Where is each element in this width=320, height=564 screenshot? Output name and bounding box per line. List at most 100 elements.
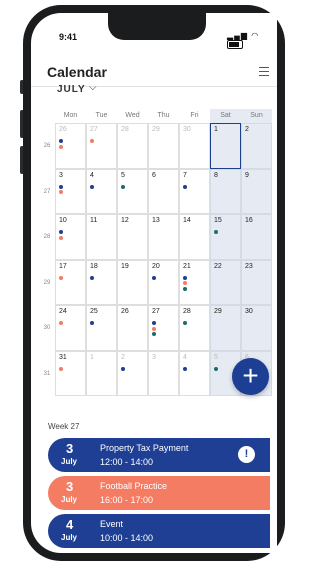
event-dots: [183, 275, 191, 293]
weekday-header: Fri: [190, 112, 199, 119]
day-number: 30: [245, 308, 253, 315]
day-number: 15: [214, 217, 222, 224]
calendar-day[interactable]: 1: [210, 123, 241, 169]
app-header: Calendar: [47, 55, 269, 85]
calendar-day[interactable]: 20: [148, 259, 179, 305]
calendar-day[interactable]: 12: [117, 214, 148, 260]
calendar-day[interactable]: 29: [210, 305, 241, 351]
event-dot-blue: [59, 230, 63, 234]
calendar-day[interactable]: 28: [179, 305, 210, 351]
day-number: 29: [152, 126, 160, 133]
event-card[interactable]: 3 July Property Tax Payment 12:00 - 14:00!: [48, 438, 270, 472]
day-number: 26: [121, 308, 129, 315]
calendar-day[interactable]: 1: [86, 350, 117, 396]
event-dots: [121, 184, 129, 191]
notch: [108, 13, 206, 40]
add-event-button[interactable]: +: [232, 358, 269, 395]
calendar-day[interactable]: 25: [86, 305, 117, 351]
calendar-day[interactable]: 27: [148, 305, 179, 351]
calendar-day[interactable]: 9: [241, 168, 272, 214]
calendar-day[interactable]: 5: [117, 168, 148, 214]
day-number: 31: [59, 353, 67, 361]
day-number: 28: [121, 126, 129, 133]
event-day: 4: [66, 517, 74, 532]
event-dot-blue: [152, 321, 156, 325]
event-dot-blue: [59, 139, 63, 143]
event-dot-blue: [152, 275, 156, 280]
month-selector[interactable]: JULY: [57, 84, 86, 95]
calendar-day[interactable]: 18: [86, 259, 117, 305]
calendar-grid: Mon Tue Wed Thu Fri Sat Sun 26 26 27 28 29 30 1 2 27 3 4 5…: [44, 109, 272, 399]
day-number: 21: [183, 262, 191, 270]
event-dot-teal: [214, 366, 218, 371]
event-dot-teal: [183, 286, 187, 291]
event-dots: [59, 230, 67, 241]
calendar-day[interactable]: 6: [148, 168, 179, 214]
event-card[interactable]: 4 July Event 10:00 - 14:00: [48, 514, 270, 548]
calendar-day[interactable]: 24: [55, 305, 86, 351]
event-dots: [183, 366, 191, 373]
chevron-down-icon[interactable]: ⌵: [89, 82, 97, 93]
calendar-day[interactable]: 7: [179, 168, 210, 214]
event-title: Football Practice: [100, 481, 168, 491]
calendar-day[interactable]: 22: [210, 259, 241, 305]
week-number: 31: [43, 370, 51, 377]
day-number: 28: [183, 308, 191, 315]
event-dots: [90, 184, 98, 191]
event-dots: [152, 321, 160, 338]
calendar-day[interactable]: 3: [148, 350, 179, 396]
event-month: July: [61, 533, 78, 542]
calendar-day[interactable]: 2: [117, 350, 148, 396]
event-dots: [183, 184, 191, 191]
event-card[interactable]: 3 July Football Practice 16:00 - 17:00: [48, 476, 270, 510]
event-dot-blue: [90, 275, 94, 280]
weekday-header: Tue: [95, 112, 108, 119]
calendar-day[interactable]: 13: [148, 214, 179, 260]
event-dot-blue: [183, 184, 187, 189]
alert-icon[interactable]: !: [238, 446, 255, 463]
calendar-day[interactable]: 3: [55, 168, 86, 214]
calendar-day[interactable]: 11: [86, 214, 117, 260]
calendar-day[interactable]: 29: [148, 123, 179, 169]
calendar-day[interactable]: 30: [241, 305, 272, 351]
event-dot-teal: [214, 230, 218, 234]
event-dot-blue: [59, 184, 63, 189]
event-dot-teal: [121, 184, 125, 189]
day-number: 10: [59, 217, 67, 224]
calendar-day[interactable]: 30: [179, 123, 210, 169]
status-icons: ▂▄▆ ◠: [227, 31, 277, 50]
day-number: 6: [152, 171, 156, 179]
calendar-day[interactable]: 19: [117, 259, 148, 305]
weekday-header: Thu: [157, 112, 170, 119]
calendar-day[interactable]: 26: [117, 305, 148, 351]
calendar-day[interactable]: 31: [55, 350, 86, 396]
day-number: 5: [214, 353, 218, 361]
calendar-day[interactable]: 17: [55, 259, 86, 305]
day-number: 4: [90, 171, 94, 179]
calendar-day[interactable]: 4: [179, 350, 210, 396]
hamburger-menu-icon[interactable]: [259, 67, 269, 79]
calendar-day[interactable]: 15: [210, 214, 241, 260]
event-dot-orange: [59, 321, 63, 325]
day-number: 25: [90, 308, 98, 315]
calendar-day[interactable]: 16: [241, 214, 272, 260]
calendar-day[interactable]: 8: [210, 168, 241, 214]
calendar-day[interactable]: 23: [241, 259, 272, 305]
calendar-day[interactable]: 26: [55, 123, 86, 169]
calendar-day[interactable]: 28: [117, 123, 148, 169]
event-dots: [183, 321, 191, 327]
week-number: 28: [43, 234, 51, 240]
calendar-day[interactable]: 27: [86, 123, 117, 169]
day-number: 1: [214, 126, 218, 133]
event-dot-blue: [90, 184, 94, 189]
calendar-day[interactable]: 14: [179, 214, 210, 260]
calendar-day[interactable]: 10: [55, 214, 86, 260]
event-dot-blue: [183, 275, 187, 280]
calendar-day[interactable]: 2: [241, 123, 272, 169]
status-time: 9:41: [59, 32, 78, 42]
calendar-day[interactable]: 21: [179, 259, 210, 305]
weekday-header: Mon: [63, 112, 78, 119]
event-dot-blue: [121, 366, 125, 371]
event-month: July: [61, 457, 78, 466]
calendar-day[interactable]: 4: [86, 168, 117, 214]
